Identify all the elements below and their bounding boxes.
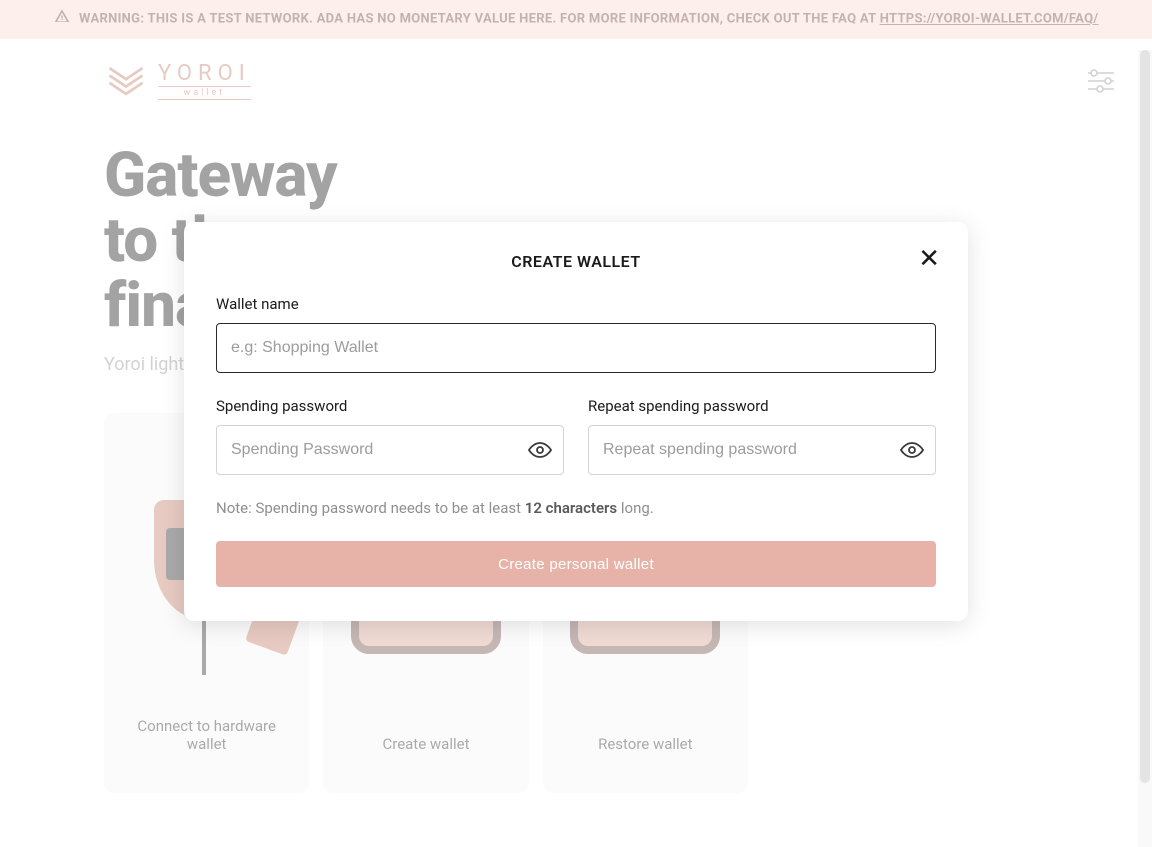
close-icon[interactable]: ✕ [918,246,940,272]
wallet-name-input[interactable] [216,323,936,373]
modal-overlay: CREATE WALLET ✕ Wallet name Spending pas… [0,0,1152,847]
wallet-name-label: Wallet name [216,295,936,313]
spending-password-input[interactable] [216,425,564,475]
repeat-password-label: Repeat spending password [588,397,936,415]
eye-icon[interactable] [900,438,924,462]
spending-password-label: Spending password [216,397,564,415]
eye-icon[interactable] [528,438,552,462]
create-wallet-modal: CREATE WALLET ✕ Wallet name Spending pas… [184,222,968,621]
create-personal-wallet-button[interactable]: Create personal wallet [216,541,936,587]
password-note: Note: Spending password needs to be at l… [216,499,936,517]
modal-title: CREATE WALLET [216,252,936,271]
repeat-password-input[interactable] [588,425,936,475]
